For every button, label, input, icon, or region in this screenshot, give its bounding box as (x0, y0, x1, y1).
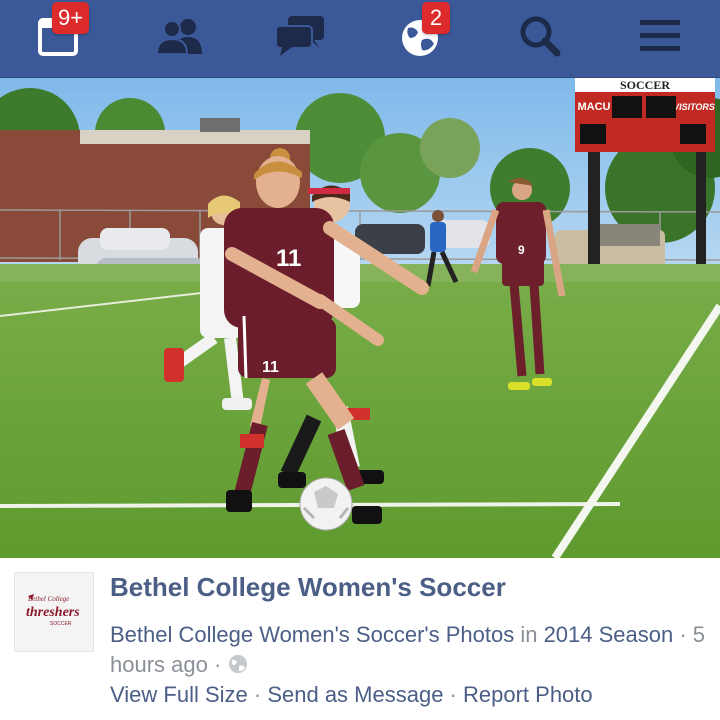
soccer-photo[interactable]: SOCCER MACU VISITORS 9 11 11 (0, 78, 720, 558)
page-name-link[interactable]: Bethel College Women's Soccer (110, 572, 506, 603)
scoreboard-home: MACU (578, 101, 611, 113)
threshers-logo: Bethel College threshers SOCCER (26, 594, 80, 627)
album-in-text: in (514, 622, 544, 647)
album-name-link[interactable]: 2014 Season (544, 622, 674, 647)
svg-text:11: 11 (262, 359, 279, 376)
page-profile-picture[interactable]: Bethel College threshers SOCCER (14, 572, 94, 652)
svg-text:threshers: threshers (26, 605, 80, 620)
svg-text:SOCCER: SOCCER (50, 621, 72, 627)
album-link-prefix[interactable]: Bethel College Women's Soccer's Photos (110, 622, 514, 647)
send-as-message-link[interactable]: Send as Message (267, 682, 443, 707)
search-icon (520, 16, 561, 57)
photo-details: Bethel College threshers SOCCER Bethel C… (0, 558, 720, 720)
notifications-button[interactable]: 2 (388, 2, 452, 64)
report-photo-link[interactable]: Report Photo (463, 682, 593, 707)
messages-button[interactable] (268, 8, 332, 64)
soccer-ball (299, 477, 353, 531)
photo-actions: View Full Size · Send as Message · Repor… (110, 680, 593, 710)
scoreboard-title: SOCCER (620, 78, 670, 92)
hamburger-menu-icon (640, 20, 680, 51)
photo-album-info: Bethel College Women's Soccer's Photos i… (110, 620, 710, 680)
photo-illustration: SOCCER MACU VISITORS 9 11 11 (0, 78, 720, 558)
svg-text:11: 11 (276, 245, 301, 272)
svg-text:9: 9 (518, 243, 525, 257)
svg-text:Bethel College: Bethel College (28, 595, 69, 603)
friends-button[interactable] (148, 8, 212, 64)
notifications-badge: 2 (422, 2, 450, 34)
public-audience-icon (229, 655, 248, 673)
menu-button[interactable] (628, 8, 692, 64)
search-button[interactable] (508, 8, 572, 64)
action-separator: · (247, 682, 268, 707)
view-full-size-link[interactable]: View Full Size (110, 682, 248, 707)
requests-badge: 9+ (52, 2, 90, 34)
messages-icon (275, 16, 324, 56)
action-separator: · (443, 682, 463, 707)
friend-requests-button[interactable]: 9+ (28, 2, 92, 64)
scoreboard-away: VISITORS (673, 102, 715, 112)
friends-icon (155, 19, 202, 55)
top-navbar: 9+ 2 (0, 0, 720, 78)
